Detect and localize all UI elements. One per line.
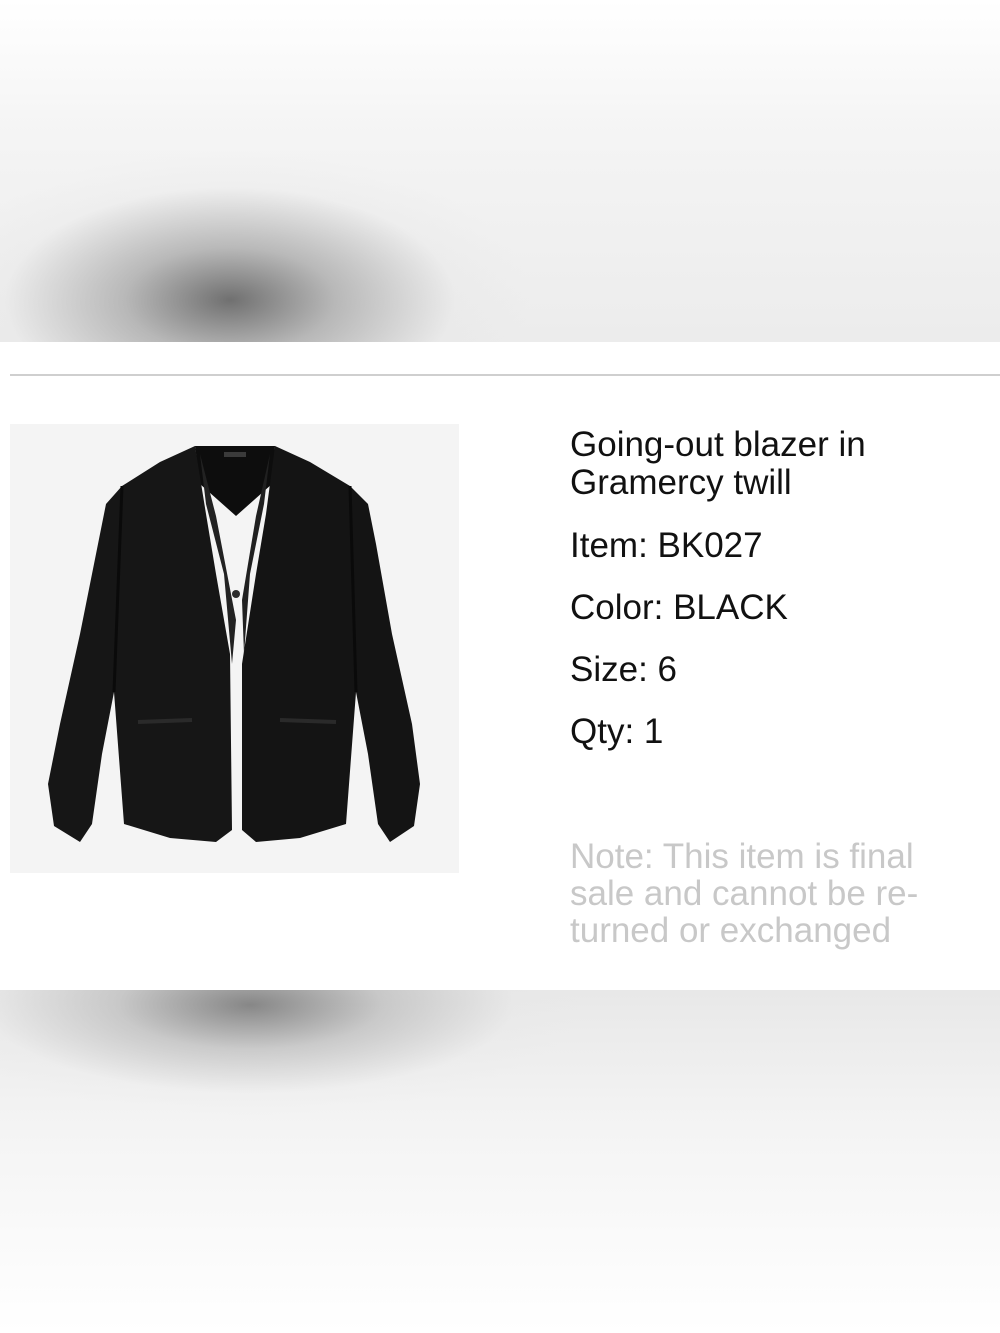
item-quantity: Qty: 1: [570, 712, 664, 751]
order-item-card: Going-out blazer in Gramercy twill Item:…: [0, 342, 1000, 990]
item-color: Color: BLACK: [570, 588, 788, 627]
final-sale-note: Note: This item is final sale and cannot…: [570, 837, 919, 950]
item-number: Item: BK027: [570, 526, 763, 565]
product-image: [10, 424, 459, 873]
product-details: Going-out blazer in Gramercy twill Item:…: [570, 426, 980, 774]
item-size: Size: 6: [570, 650, 677, 689]
blazer-icon: [10, 424, 459, 873]
blurred-background-bottom: [0, 990, 1000, 1333]
blurred-background-top: [0, 0, 1000, 342]
product-name[interactable]: Going-out blazer in Gramercy twill: [570, 426, 980, 502]
section-divider: [10, 374, 1000, 376]
